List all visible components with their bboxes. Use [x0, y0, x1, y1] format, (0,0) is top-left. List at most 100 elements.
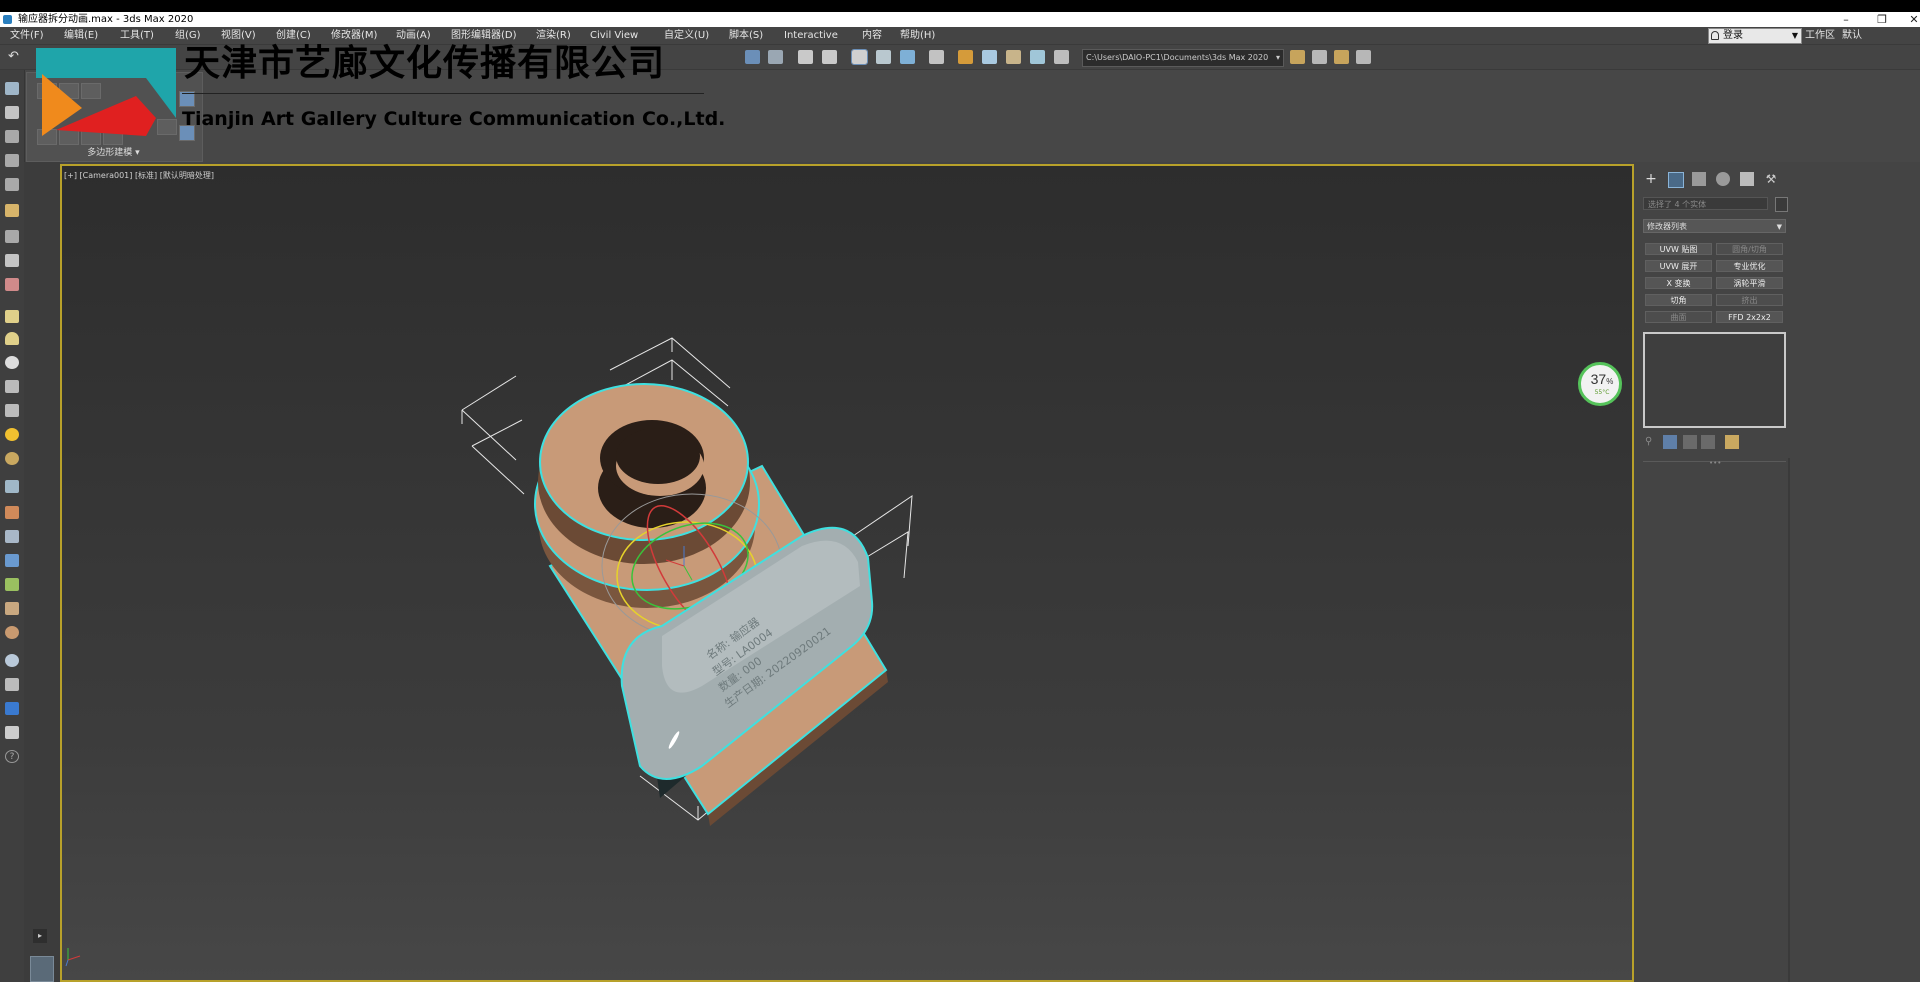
restore-button[interactable]: ❐: [1872, 12, 1892, 27]
list-icon[interactable]: [5, 154, 19, 167]
utility-icon[interactable]: [5, 726, 19, 739]
hierarchy-tab-icon[interactable]: [1692, 172, 1706, 186]
cone-icon[interactable]: [5, 404, 19, 417]
command-panel-tabs: + ⚒: [1640, 170, 1790, 190]
toggle-ribbon-icon[interactable]: [822, 50, 837, 64]
rendered-frame-icon[interactable]: [982, 50, 997, 64]
render-setup-icon[interactable]: [958, 50, 973, 64]
modifier-button-chamfer[interactable]: 切角: [1645, 294, 1712, 306]
workspace-selector[interactable]: 默认: [1842, 27, 1862, 44]
company-name-cn: 天津市艺廊文化传播有限公司: [184, 43, 666, 84]
render-icon[interactable]: [1006, 50, 1021, 64]
modifier-button-uvw-unwrap[interactable]: UVW 展开: [1645, 260, 1712, 272]
light-icon[interactable]: [5, 204, 19, 217]
select-object-icon[interactable]: [5, 82, 19, 95]
scene-3d[interactable]: 名称: 输应器 型号: LA0004 数量: 000 生产日期: 2022092…: [62, 166, 1632, 980]
utilities-tab-icon[interactable]: ⚒: [1764, 172, 1778, 186]
modifier-button-extrude[interactable]: 挤出: [1716, 294, 1783, 306]
biped-icon[interactable]: [5, 530, 19, 543]
modifier-list-dropdown[interactable]: 修改器列表 ▼: [1643, 219, 1786, 233]
sphere-icon[interactable]: [5, 356, 19, 369]
map-icon[interactable]: [5, 678, 19, 691]
motion-tab-icon[interactable]: [1716, 172, 1730, 186]
omni-light-icon[interactable]: [5, 452, 19, 465]
window-icon[interactable]: [5, 130, 19, 143]
mirror-icon[interactable]: [745, 50, 760, 64]
modifier-button-uvw-map[interactable]: UVW 贴图: [1645, 243, 1712, 255]
menu-edit[interactable]: 编辑(E): [64, 27, 98, 44]
project-path-dropdown[interactable]: C:\Users\DAIO-PC1\Documents\3ds Max 2020…: [1082, 49, 1284, 67]
pin-stack-icon[interactable]: ⚲: [1645, 436, 1657, 448]
display-icon[interactable]: [5, 702, 19, 715]
dome-icon[interactable]: [5, 332, 19, 345]
window-title: 输应器拆分动画.max - 3ds Max 2020: [18, 14, 194, 25]
remove-modifier-icon[interactable]: [1701, 435, 1715, 449]
modify-tab-icon[interactable]: [1668, 172, 1684, 188]
viewport-layout-icon[interactable]: [30, 956, 54, 982]
align-icon[interactable]: [768, 50, 783, 64]
rollout-divider[interactable]: •••: [1643, 459, 1786, 467]
material-editor-icon[interactable]: [876, 50, 891, 64]
foliage-icon[interactable]: [5, 578, 19, 591]
schematic-view-icon[interactable]: [929, 50, 944, 64]
material-icon[interactable]: [5, 654, 19, 667]
project-folder-icon[interactable]: [1290, 50, 1305, 64]
archive-icon[interactable]: [1356, 50, 1371, 64]
modifier-button-xform[interactable]: X 变换: [1645, 277, 1712, 289]
object-color-swatch[interactable]: [1775, 197, 1788, 212]
modifier-button-surface[interactable]: 曲面: [1645, 311, 1712, 323]
character-icon[interactable]: [5, 278, 19, 291]
configure-sets-icon[interactable]: [1725, 435, 1739, 449]
viewport-play-icon[interactable]: ▸: [33, 929, 47, 943]
minimize-button[interactable]: –: [1836, 12, 1856, 27]
a360-gallery-icon[interactable]: [1054, 50, 1069, 64]
menu-interactive[interactable]: Interactive: [784, 27, 838, 44]
object-name-field[interactable]: 选择了 4 个实体: [1643, 197, 1768, 210]
menu-customize[interactable]: 自定义(U): [664, 27, 709, 44]
bone-icon[interactable]: [5, 506, 19, 519]
menu-help[interactable]: 帮助(H): [900, 27, 935, 44]
menu-content[interactable]: 内容: [862, 27, 882, 44]
close-button[interactable]: ✕: [1904, 12, 1920, 27]
modifier-button-ffd[interactable]: FFD 2x2x2: [1716, 311, 1783, 323]
modifier-button-turbosmooth[interactable]: 涡轮平滑: [1716, 277, 1783, 289]
viewport-label[interactable]: [+] [Camera001] [标准] [默认明暗处理]: [64, 170, 214, 181]
command-panel-scrollbar[interactable]: [1788, 458, 1790, 982]
show-end-result-icon[interactable]: [1663, 435, 1677, 449]
snap-icon[interactable]: [5, 230, 19, 243]
particle-icon[interactable]: [5, 480, 19, 493]
scene-explorer-icon[interactable]: [851, 49, 868, 65]
crowd-icon[interactable]: [5, 626, 19, 639]
performance-widget[interactable]: 37% 55°C: [1578, 362, 1626, 410]
help-icon[interactable]: ?: [5, 750, 19, 763]
modifier-stack-list[interactable]: [1643, 332, 1786, 428]
menu-tools[interactable]: 工具(T): [120, 27, 154, 44]
sun-icon[interactable]: [5, 428, 19, 441]
layer-explorer-icon[interactable]: [798, 50, 813, 64]
polygon-modeling-tab[interactable]: 多边形建模 ▾: [26, 146, 201, 160]
curve-editor-icon[interactable]: [900, 50, 915, 64]
rotate-icon[interactable]: [5, 254, 19, 267]
box-icon[interactable]: [5, 310, 19, 323]
cpu-temperature: 55°C: [1594, 389, 1610, 396]
login-dropdown[interactable]: 登录 ▼: [1708, 28, 1802, 44]
modifier-button-pro-optimizer[interactable]: 专业优化: [1716, 260, 1783, 272]
grid-icon[interactable]: [5, 178, 19, 191]
render-in-cloud-icon[interactable]: [1030, 50, 1045, 64]
app-icon: [3, 15, 12, 24]
undo-icon[interactable]: ↶: [8, 50, 23, 64]
menu-file[interactable]: 文件(F): [10, 27, 44, 44]
teapot-icon[interactable]: [5, 380, 19, 393]
create-tab-icon[interactable]: +: [1644, 172, 1658, 186]
lasso-icon[interactable]: [5, 106, 19, 119]
camera-viewport[interactable]: 名称: 输应器 型号: LA0004 数量: 000 生产日期: 2022092…: [60, 164, 1634, 982]
chevron-down-icon: ▼: [1776, 223, 1782, 231]
helper-icon[interactable]: [5, 554, 19, 567]
modifier-button-chamfer-fillet[interactable]: 圆角/切角: [1716, 243, 1783, 255]
menu-scripting[interactable]: 脚本(S): [729, 27, 763, 44]
save-file-icon[interactable]: [1334, 50, 1349, 64]
display-tab-icon[interactable]: [1740, 172, 1754, 186]
walk-icon[interactable]: [5, 602, 19, 615]
make-unique-icon[interactable]: [1683, 435, 1697, 449]
open-file-icon[interactable]: [1312, 50, 1327, 64]
